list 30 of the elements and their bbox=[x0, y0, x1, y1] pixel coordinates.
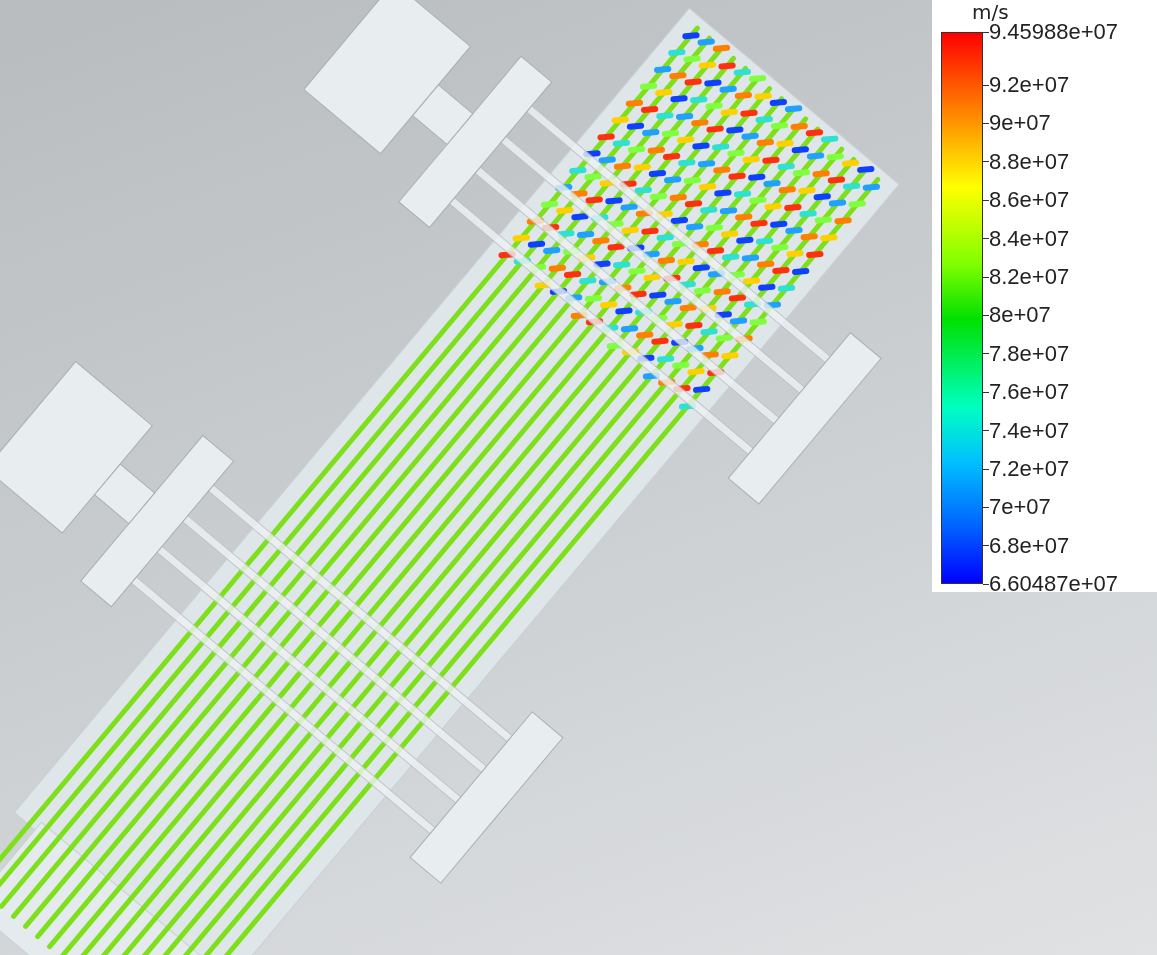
legend-value: 7.8e+07 bbox=[989, 340, 1070, 367]
tick-mark bbox=[983, 238, 989, 240]
tick-mark bbox=[983, 314, 989, 316]
tick-mark bbox=[983, 430, 989, 432]
tick-mark bbox=[983, 122, 989, 124]
tick-mark bbox=[983, 583, 989, 585]
legend-value: 8.2e+07 bbox=[989, 264, 1070, 290]
tick-mark bbox=[983, 199, 989, 201]
legend-value: 6.8e+07 bbox=[989, 532, 1070, 559]
legend-unit: m/s bbox=[972, 0, 1009, 24]
legend-value: 7.4e+07 bbox=[989, 417, 1070, 444]
legend-value: 7e+07 bbox=[989, 494, 1051, 521]
tick-mark bbox=[983, 468, 989, 470]
tick-mark bbox=[983, 506, 989, 508]
tick-mark bbox=[983, 391, 989, 393]
legend-value: 8.6e+07 bbox=[989, 187, 1070, 214]
tick-mark bbox=[983, 31, 989, 33]
tick-mark bbox=[983, 353, 989, 355]
legend-value: 7.2e+07 bbox=[989, 456, 1070, 482]
legend-value: 8e+07 bbox=[989, 302, 1051, 329]
legend-value: 7.6e+07 bbox=[989, 379, 1070, 406]
legend-value: 8.8e+07 bbox=[989, 148, 1070, 175]
legend-value: 9.2e+07 bbox=[989, 72, 1070, 98]
tick-mark bbox=[983, 545, 989, 547]
tick-mark bbox=[983, 276, 989, 278]
legend-value: 9e+07 bbox=[989, 110, 1051, 137]
legend-value: 6.60487e+07 bbox=[989, 571, 1119, 597]
legend-value: 8.4e+07 bbox=[989, 225, 1070, 252]
tick-mark bbox=[983, 84, 989, 86]
tick-mark bbox=[983, 161, 989, 163]
